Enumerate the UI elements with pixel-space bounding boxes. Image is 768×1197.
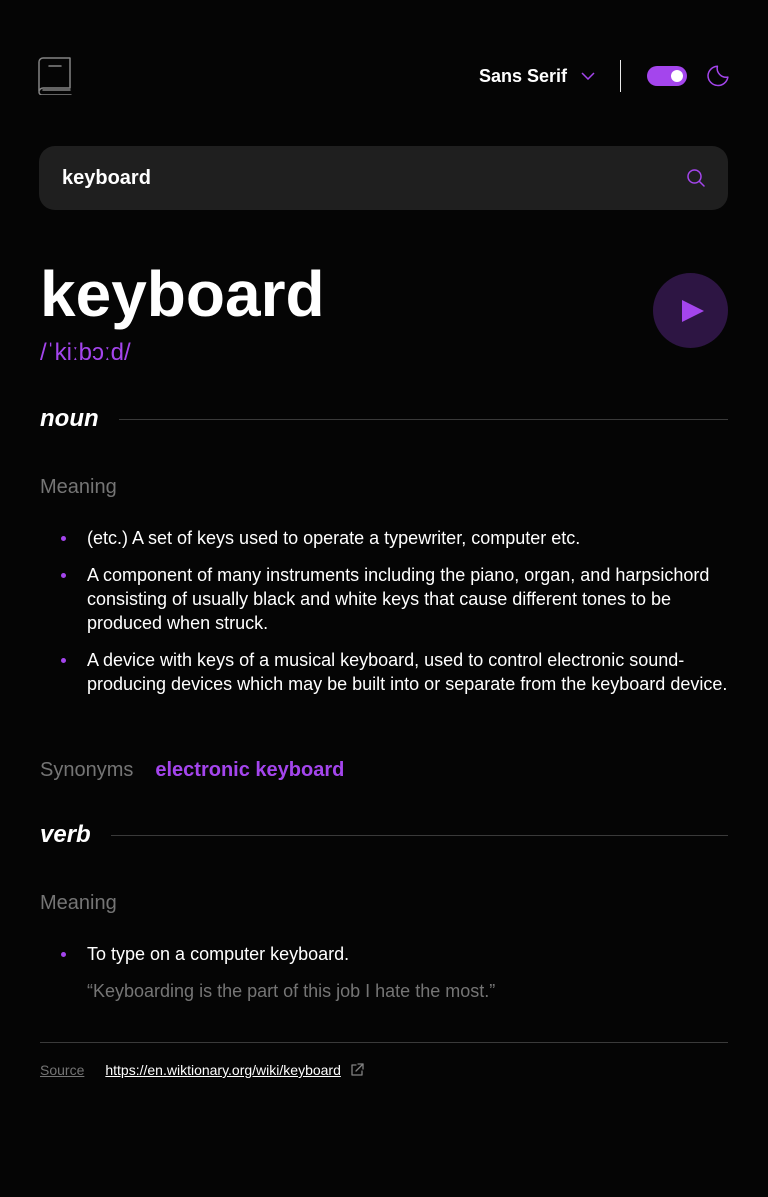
- part-of-speech: noun: [40, 405, 99, 432]
- list-item: A device with keys of a musical keyboard…: [40, 648, 728, 696]
- source-label: Source: [40, 1062, 85, 1078]
- verb-definitions: To type on a computer keyboard. “Keyboar…: [40, 942, 728, 1003]
- header: Sans Serif: [38, 56, 729, 96]
- section-divider: [110, 834, 728, 836]
- example-text: “Keyboarding is the part of this job I h…: [87, 981, 496, 1001]
- synonyms-row: Synonyms electronic keyboard: [40, 759, 344, 782]
- theme-toggle[interactable]: [647, 66, 687, 86]
- bullet: [61, 573, 66, 578]
- search-bar: [39, 146, 728, 210]
- definition-text: To type on a computer keyboard.: [87, 944, 350, 964]
- part-of-speech: verb: [40, 821, 91, 848]
- play-icon: [681, 299, 704, 322]
- word-title: keyboard: [40, 258, 325, 330]
- toggle-knob: [671, 70, 683, 82]
- bullet: [61, 952, 66, 957]
- play-button[interactable]: [653, 273, 728, 348]
- dictionary-page: Sans Serif keyboard /ˈkiːbɔːd/ noun Mean…: [0, 0, 768, 1197]
- definition-text: (etc.) A set of keys used to operate a t…: [87, 528, 581, 548]
- font-selector[interactable]: Sans Serif: [479, 66, 595, 87]
- phonetic: /ˈkiːbɔːd/: [40, 339, 131, 366]
- synonym-link[interactable]: electronic keyboard: [155, 759, 344, 782]
- chevron-down-icon: [581, 72, 595, 80]
- moon-icon: [707, 65, 729, 87]
- book-icon[interactable]: [38, 57, 72, 95]
- list-item: A component of many instruments includin…: [40, 563, 728, 635]
- source-row: Source https://en.wiktionary.org/wiki/ke…: [40, 1062, 364, 1078]
- external-link-icon[interactable]: [350, 1063, 364, 1077]
- source-link[interactable]: https://en.wiktionary.org/wiki/keyboard: [105, 1062, 341, 1078]
- bullet: [61, 536, 66, 541]
- meaning-label: Meaning: [40, 892, 117, 914]
- definition-text: A device with keys of a musical keyboard…: [87, 650, 728, 694]
- list-item: (etc.) A set of keys used to operate a t…: [40, 526, 728, 550]
- noun-definitions: (etc.) A set of keys used to operate a t…: [40, 526, 728, 709]
- verb-section-header: verb: [40, 821, 728, 849]
- definition-text: A component of many instruments includin…: [87, 565, 710, 633]
- section-divider: [118, 418, 728, 420]
- meaning-label: Meaning: [40, 476, 117, 498]
- bullet: [61, 658, 66, 663]
- synonyms-label: Synonyms: [40, 759, 134, 781]
- header-divider: [620, 60, 621, 92]
- header-controls: Sans Serif: [479, 56, 729, 96]
- font-selector-label: Sans Serif: [478, 65, 567, 86]
- footer-divider: [40, 1042, 728, 1043]
- search-input[interactable]: [62, 166, 677, 190]
- noun-section-header: noun: [40, 405, 728, 433]
- list-item: To type on a computer keyboard.: [40, 942, 728, 966]
- search-icon[interactable]: [687, 169, 705, 187]
